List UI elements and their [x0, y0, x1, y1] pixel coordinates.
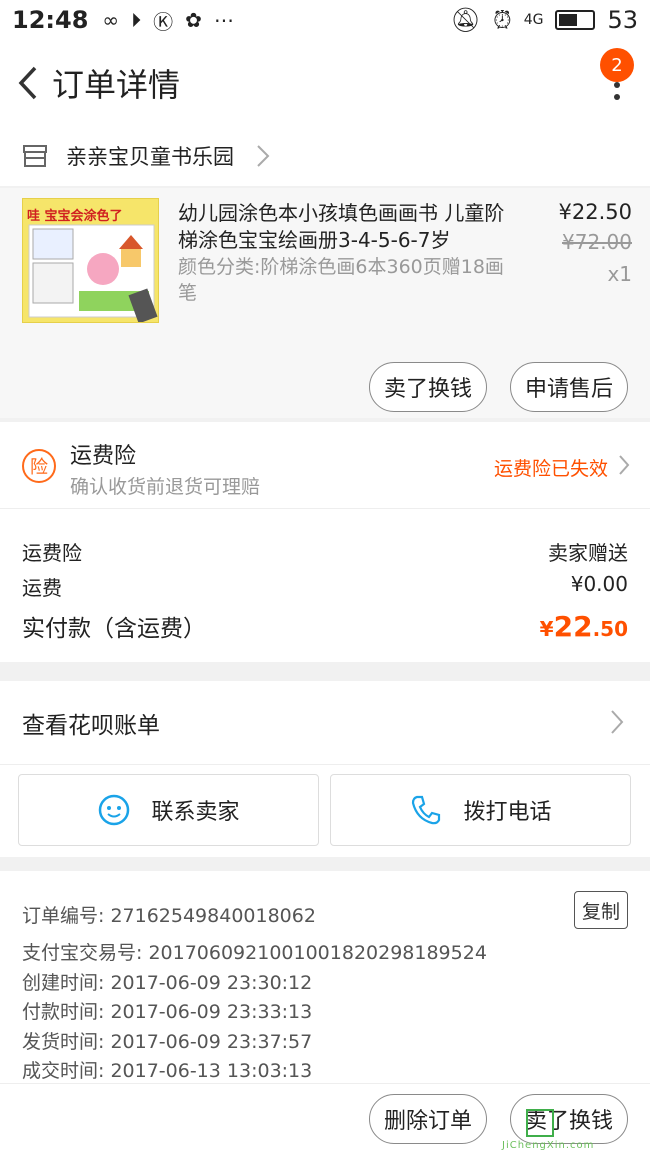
summary-total-row: 实付款（含运费） ¥22.50 — [22, 609, 628, 643]
insurance-status[interactable]: 运费险已失效 — [494, 454, 608, 481]
phone-icon — [412, 795, 441, 825]
chevron-left-icon — [18, 66, 37, 100]
contact-seller-button[interactable]: 联系卖家 — [18, 774, 319, 846]
battery-level: 53 — [607, 6, 638, 34]
call-label[interactable]: 拨打电话 — [463, 794, 551, 826]
product-price: ¥22.50 — [558, 200, 632, 224]
status-time: 12:48 — [12, 6, 89, 34]
shop-bar[interactable]: 亲亲宝贝童书乐园 — [0, 126, 650, 186]
watermark-logo: JiChengXin.com — [502, 1105, 642, 1151]
huabei-bill-row[interactable]: 查看花呗账单 — [0, 681, 650, 765]
watermark-text: JiChengXin.com — [502, 1140, 595, 1151]
chevron-right-icon — [611, 710, 624, 734]
created-time: 创建时间: 2017-06-09 23:30:12 — [22, 972, 313, 994]
back-button[interactable] — [6, 61, 50, 105]
price-summary: 运费险 卖家赠送 运费 ¥0.00 实付款（含运费） ¥22.50 — [0, 508, 650, 662]
contact-actions: 联系卖家 拨打电话 — [0, 765, 650, 857]
order-info: 订单编号: 2716254984001806​2 复制 支付宝交易号: 2017… — [0, 871, 650, 1083]
shop-name[interactable]: 亲亲宝贝童书乐园 — [66, 141, 234, 171]
total-currency: ¥ — [539, 617, 554, 641]
summary-total-label: 实付款（含运费） — [22, 616, 206, 642]
summary-shipping-value: ¥0.00 — [570, 572, 628, 596]
huabei-label[interactable]: 查看花呗账单 — [22, 706, 160, 740]
more-dots-icon: ⋯ — [213, 8, 234, 32]
product-sku: 颜色分类:阶梯涂色画6本360页赠18画笔 — [178, 256, 504, 304]
k-app-icon: Ⓚ — [153, 9, 174, 34]
summary-insurance-row: 运费险 卖家赠送 — [22, 537, 628, 566]
delete-order-button[interactable]: 删除订单 — [369, 1094, 487, 1144]
summary-insurance-value: 卖家赠送 — [548, 541, 628, 565]
summary-insurance-label: 运费险 — [22, 541, 82, 565]
shipping-insurance-row[interactable]: 险 运费险 确认收货前退货可理赔 运费险已失效 — [0, 422, 650, 508]
copy-button[interactable]: 复制 — [574, 891, 628, 929]
chevron-right-icon — [619, 455, 630, 475]
product-quantity: x1 — [607, 262, 632, 286]
product-original-price: ¥72.00 — [562, 230, 632, 254]
shop-icon — [23, 145, 47, 167]
insurance-desc: 确认收货前退货可理赔 — [70, 476, 261, 498]
page-title: 订单详情 — [52, 66, 181, 104]
mute-icon: 🔕︎ — [450, 6, 481, 34]
summary-shipping-label: 运费 — [22, 576, 62, 600]
order-number: 订单编号: 2716254984001806​2 — [22, 905, 316, 927]
product-card[interactable]: 哇 宝宝会涂色了 幼儿园涂色本小孩填色画画书 儿童阶梯涂色宝宝绘画册3-4-5-… — [0, 188, 650, 418]
insurance-icon: 险 — [22, 449, 56, 483]
total-integer: 22 — [553, 610, 593, 643]
bottom-action-bar: 删除订单 卖了换钱 JiChengXin.com — [0, 1083, 650, 1155]
alipay-trade-number: 支付宝交易号: 2017060921001001820298189524 — [22, 942, 487, 964]
notification-badge: 2 — [600, 48, 634, 82]
product-image-art — [28, 224, 158, 322]
resell-button[interactable]: 卖了换钱 — [369, 362, 487, 412]
status-system-icons: 🔕︎ ⏰︎ 4G 53 — [450, 6, 638, 34]
chat-smile-icon — [99, 794, 130, 826]
summary-total-amount: ¥22.50 — [540, 610, 628, 643]
status-app-icons: ∞ ⏵ Ⓚ ✿ ⋯ — [102, 6, 233, 35]
product-image[interactable]: 哇 宝宝会涂色了 — [22, 198, 159, 323]
title-bar: 订单详情 2 — [0, 40, 650, 126]
summary-shipping-row: 运费 ¥0.00 — [22, 572, 628, 601]
total-decimal: .50 — [592, 617, 628, 641]
completed-time: 成交时间: 2017-06-13 13:03:13 — [22, 1060, 313, 1082]
call-button[interactable]: 拨打电话 — [330, 774, 631, 846]
insurance-title: 运费险 — [70, 444, 137, 469]
signal-icon: 4G — [523, 12, 544, 28]
infinity-icon: ∞ — [102, 8, 120, 32]
chevron-right-icon — [257, 145, 270, 167]
alarm-icon: ⏰︎ — [492, 6, 512, 34]
after-sale-button[interactable]: 申请售后 — [510, 362, 628, 412]
battery-icon — [555, 10, 596, 30]
contact-seller-label[interactable]: 联系卖家 — [151, 794, 239, 826]
paw-icon: ✿ — [185, 8, 202, 32]
product-name[interactable]: 幼儿园涂色本小孩填色画画书 儿童阶梯涂色宝宝绘画册3-4-5-6-7岁 — [178, 200, 518, 254]
paid-time: 付款时间: 2017-06-09 23:33:13 — [22, 1001, 313, 1023]
play-icon: ⏵ — [131, 8, 142, 32]
shipped-time: 发货时间: 2017-06-09 23:37:57 — [22, 1031, 313, 1053]
status-bar: 12:48 ∞ ⏵ Ⓚ ✿ ⋯ 🔕︎ ⏰︎ 4G 53 — [0, 0, 650, 40]
